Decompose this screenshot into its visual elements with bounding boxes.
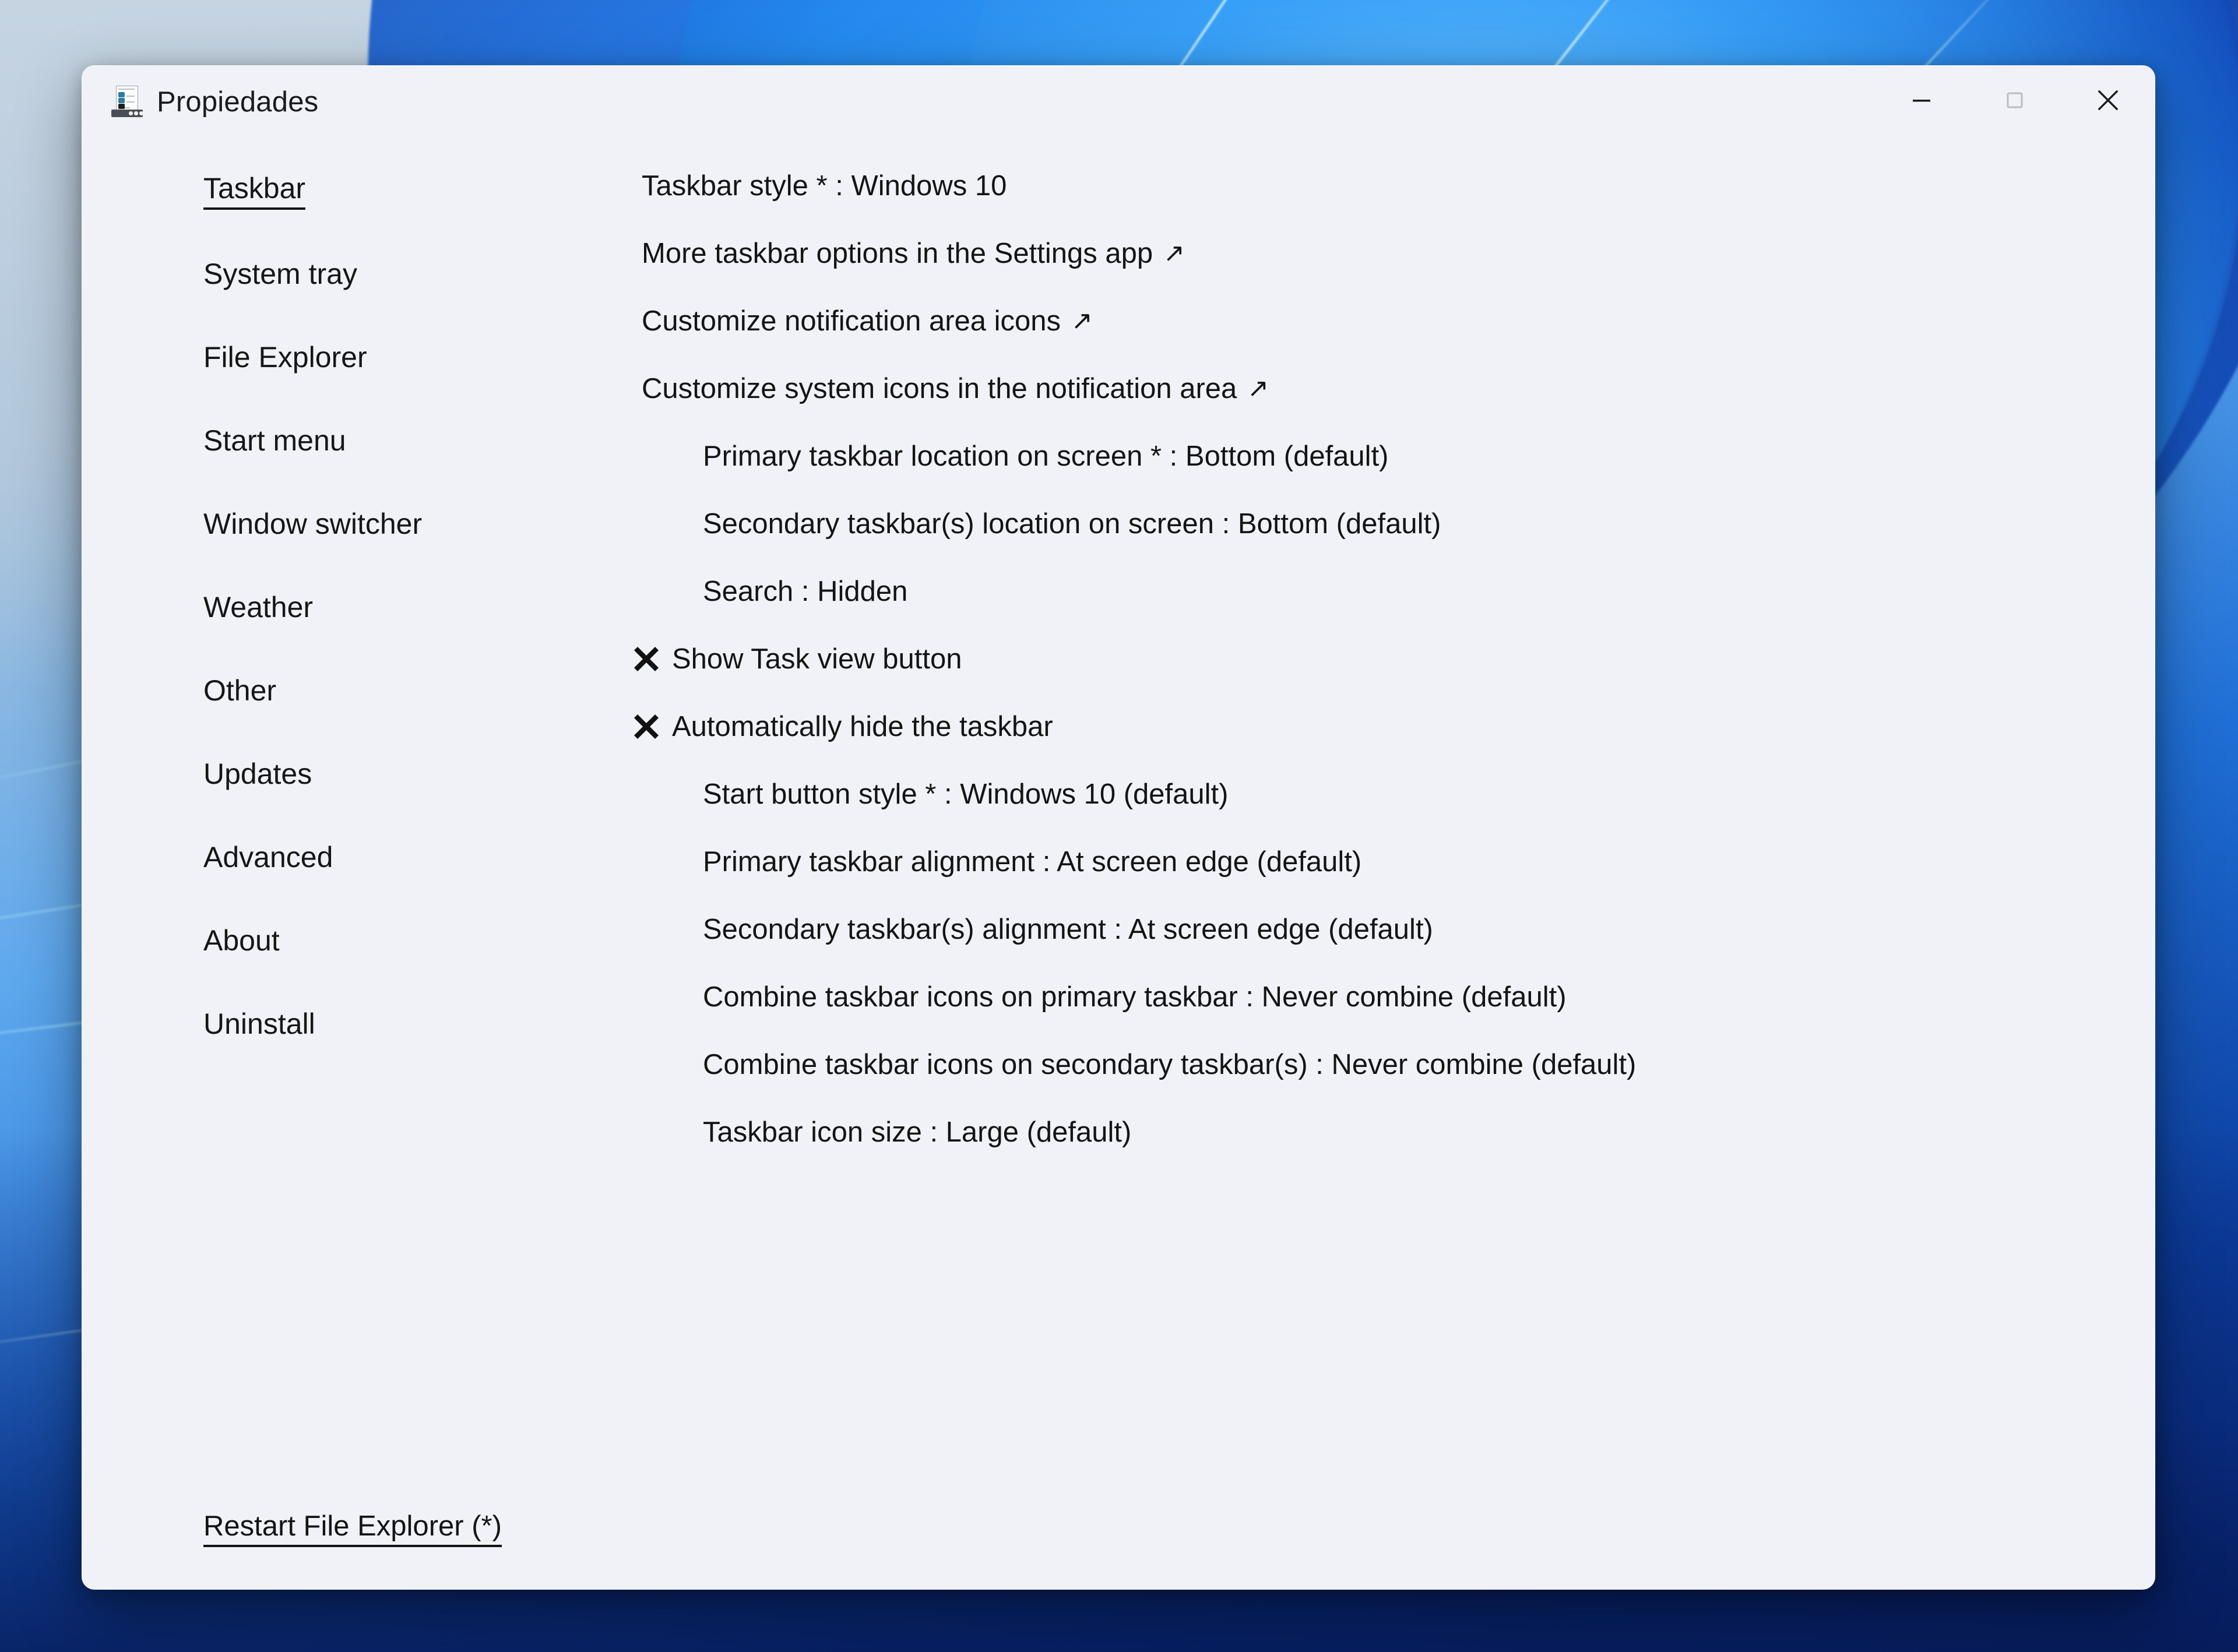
setting-row-more-taskbar-options[interactable]: More taskbar options in the Settings app…: [537, 220, 2155, 287]
setting-label: Show Task view button: [672, 643, 962, 675]
sidebar-item-about[interactable]: About: [82, 899, 537, 982]
sidebar-item-label: Weather: [203, 590, 314, 624]
sidebar-item-label: Window switcher: [203, 507, 423, 540]
setting-row-primary-taskbar-alignment[interactable]: Primary taskbar alignment : At screen ed…: [537, 828, 2155, 896]
sidebar-item-label: Updates: [203, 757, 312, 790]
sidebar-item-label: Uninstall: [203, 1007, 315, 1040]
setting-row-taskbar-icon-size[interactable]: Taskbar icon size : Large (default): [537, 1098, 2155, 1166]
external-link-arrow-icon: ↗: [1071, 307, 1093, 335]
sidebar-nav: Taskbar System tray File Explorer Start …: [82, 135, 537, 1065]
window-title: Propiedades: [157, 86, 319, 118]
sidebar-item-label: Other: [203, 674, 277, 707]
setting-label: Primary taskbar location on screen * : B…: [703, 441, 1389, 472]
sidebar-item-uninstall[interactable]: Uninstall: [82, 982, 537, 1065]
x-mark-icon[interactable]: [630, 643, 672, 675]
setting-row-automatically-hide-taskbar[interactable]: Automatically hide the taskbar: [537, 693, 2155, 760]
setting-row-primary-taskbar-location[interactable]: Primary taskbar location on screen * : B…: [537, 422, 2155, 490]
restart-file-explorer-link[interactable]: Restart File Explorer (*): [203, 1510, 502, 1547]
sidebar-item-updates[interactable]: Updates: [82, 732, 537, 815]
external-link-arrow-icon: ↗: [1163, 239, 1185, 267]
sidebar-item-label: Start menu: [203, 424, 346, 457]
setting-row-show-task-view-button[interactable]: Show Task view button: [537, 625, 2155, 693]
setting-label: More taskbar options in the Settings app: [642, 238, 1153, 269]
sidebar-item-file-explorer[interactable]: File Explorer: [82, 315, 537, 399]
setting-row-secondary-taskbar-location[interactable]: Secondary taskbar(s) location on screen …: [537, 490, 2155, 558]
sidebar-item-other[interactable]: Other: [82, 649, 537, 732]
window-controls: [1875, 66, 2155, 135]
setting-row-customize-notification-area-icons[interactable]: Customize notification area icons ↗: [537, 287, 2155, 355]
sidebar-item-window-switcher[interactable]: Window switcher: [82, 482, 537, 565]
sidebar-item-label: System tray: [203, 257, 357, 290]
setting-row-combine-icons-primary[interactable]: Combine taskbar icons on primary taskbar…: [537, 963, 2155, 1031]
setting-label: Combine taskbar icons on primary taskbar…: [703, 981, 1567, 1013]
sidebar-item-label: About: [203, 924, 280, 957]
restart-file-explorer-label: Restart File Explorer (*): [203, 1510, 502, 1547]
setting-row-customize-system-icons[interactable]: Customize system icons in the notificati…: [537, 355, 2155, 422]
sidebar-item-weather[interactable]: Weather: [82, 565, 537, 649]
sidebar-item-label: Advanced: [203, 840, 333, 873]
window-titlebar: Propiedades: [82, 66, 2155, 135]
window-body: Taskbar System tray File Explorer Start …: [82, 135, 2155, 1589]
setting-label: Secondary taskbar(s) alignment : At scre…: [703, 914, 1433, 945]
setting-row-taskbar-style[interactable]: Taskbar style * : Windows 10: [537, 152, 2155, 220]
properties-window: Propiedades Taskbar System tray File Exp…: [82, 65, 2155, 1590]
setting-label: Taskbar style * : Windows 10: [642, 170, 1007, 202]
setting-label: Secondary taskbar(s) location on screen …: [703, 508, 1441, 540]
setting-label: Customize notification area icons: [642, 305, 1061, 337]
properties-taskbar-icon: [111, 86, 144, 118]
close-button[interactable]: [2061, 66, 2155, 135]
setting-label: Customize system icons in the notificati…: [642, 373, 1237, 404]
window-title-group: Propiedades: [111, 86, 318, 118]
maximize-button[interactable]: [1968, 66, 2061, 135]
setting-label: Taskbar icon size : Large (default): [703, 1116, 1132, 1148]
settings-list: Taskbar style * : Windows 10 More taskba…: [537, 135, 2155, 1166]
setting-row-secondary-taskbar-alignment[interactable]: Secondary taskbar(s) alignment : At scre…: [537, 896, 2155, 963]
setting-row-combine-icons-secondary[interactable]: Combine taskbar icons on secondary taskb…: [537, 1031, 2155, 1098]
x-mark-icon[interactable]: [630, 710, 672, 743]
setting-label: Combine taskbar icons on secondary taskb…: [703, 1049, 1637, 1080]
setting-label: Automatically hide the taskbar: [672, 711, 1053, 742]
sidebar-item-advanced[interactable]: Advanced: [82, 815, 537, 899]
minimize-button[interactable]: [1875, 66, 1968, 135]
sidebar-item-start-menu[interactable]: Start menu: [82, 399, 537, 482]
sidebar-item-label: Taskbar: [203, 171, 306, 210]
sidebar-item-label: File Explorer: [203, 340, 367, 374]
setting-label: Primary taskbar alignment : At screen ed…: [703, 846, 1362, 878]
setting-label: Search : Hidden: [703, 576, 908, 607]
sidebar-item-taskbar[interactable]: Taskbar: [82, 149, 537, 232]
sidebar-item-system-tray[interactable]: System tray: [82, 232, 537, 315]
external-link-arrow-icon: ↗: [1247, 374, 1269, 403]
setting-row-start-button-style[interactable]: Start button style * : Windows 10 (defau…: [537, 760, 2155, 828]
setting-row-search[interactable]: Search : Hidden: [537, 558, 2155, 625]
setting-label: Start button style * : Windows 10 (defau…: [703, 779, 1229, 810]
